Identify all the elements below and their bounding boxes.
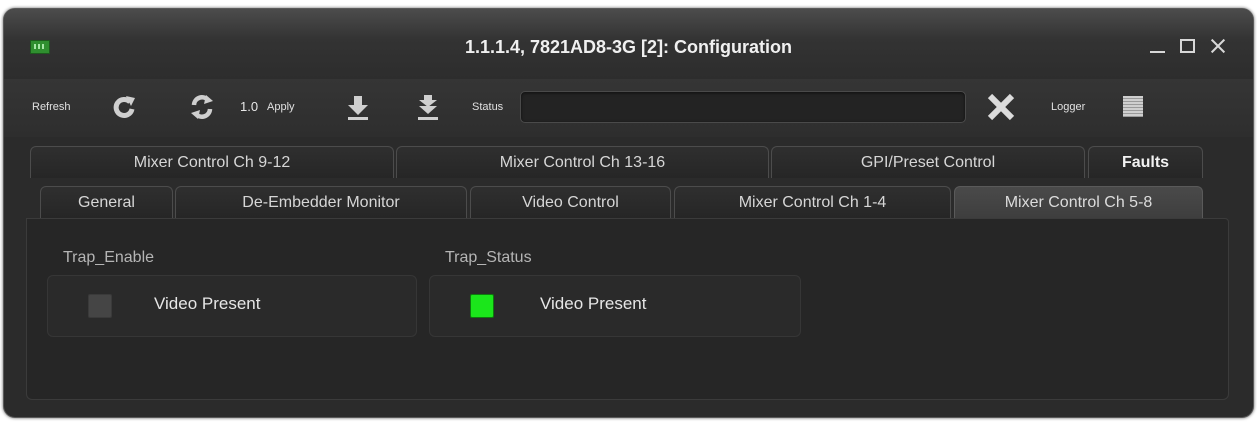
- video-present-enable-checkbox[interactable]: [88, 294, 112, 318]
- tab-general[interactable]: General: [40, 186, 173, 218]
- tab-faults[interactable]: Faults: [1088, 146, 1203, 178]
- trap-enable-label: Trap_Enable: [63, 249, 155, 266]
- minimize-icon[interactable]: [1149, 37, 1167, 55]
- tab-mixer-control-ch-1-4[interactable]: Mixer Control Ch 1-4: [674, 186, 951, 218]
- title-bar[interactable]: 1.1.1.4, 7821AD8-3G [2]: Configuration: [4, 9, 1253, 85]
- toolbar: Refresh 1.0 Apply Status Logger: [4, 79, 1253, 137]
- window-controls: [1149, 37, 1227, 55]
- apply-label[interactable]: Apply: [267, 101, 295, 113]
- tab-de-embedder-monitor[interactable]: De-Embedder Monitor: [175, 186, 467, 218]
- trap-enable-group: Video Present: [47, 275, 417, 337]
- tab-row-lower: General De-Embedder Monitor Video Contro…: [30, 186, 1230, 218]
- window-title: 1.1.1.4, 7821AD8-3G [2]: Configuration: [464, 37, 793, 57]
- status-label: Status: [472, 101, 504, 113]
- download-arrow-icon[interactable]: [344, 93, 372, 121]
- refresh-label: Refresh: [32, 101, 71, 113]
- faults-panel: Trap_Enable Video Present Trap_Status Vi…: [26, 218, 1229, 400]
- download-all-icon[interactable]: [414, 93, 442, 121]
- video-present-status-indicator: [470, 294, 494, 318]
- tab-mixer-control-ch-5-8[interactable]: Mixer Control Ch 5-8: [954, 186, 1203, 218]
- tab-gpi-preset-control[interactable]: GPI/Preset Control: [771, 146, 1085, 178]
- refresh-icon[interactable]: [110, 93, 138, 121]
- x-clear-icon[interactable]: [986, 92, 1016, 122]
- logger-label: Logger: [1051, 101, 1086, 113]
- maximize-icon[interactable]: [1179, 37, 1197, 55]
- trap-status-label: Trap_Status: [445, 249, 532, 266]
- tab-row-upper: Mixer Control Ch 9-12 Mixer Control Ch 1…: [30, 146, 1230, 178]
- tab-mixer-control-ch-9-12[interactable]: Mixer Control Ch 9-12: [30, 146, 394, 178]
- trap-status-group: Video Present: [429, 275, 801, 337]
- status-field: [520, 91, 966, 123]
- trap-status-item-label: Video Present: [540, 294, 647, 313]
- configuration-window: 1.1.1.4, 7821AD8-3G [2]: Configuration R…: [3, 8, 1254, 418]
- close-icon[interactable]: [1209, 37, 1227, 55]
- trap-enable-item-label: Video Present: [154, 294, 261, 313]
- version-value: 1.0: [240, 99, 259, 114]
- tab-mixer-control-ch-13-16[interactable]: Mixer Control Ch 13-16: [396, 146, 769, 178]
- tab-video-control[interactable]: Video Control: [470, 186, 671, 218]
- sync-icon[interactable]: [188, 93, 216, 121]
- logger-icon[interactable]: [1123, 96, 1143, 117]
